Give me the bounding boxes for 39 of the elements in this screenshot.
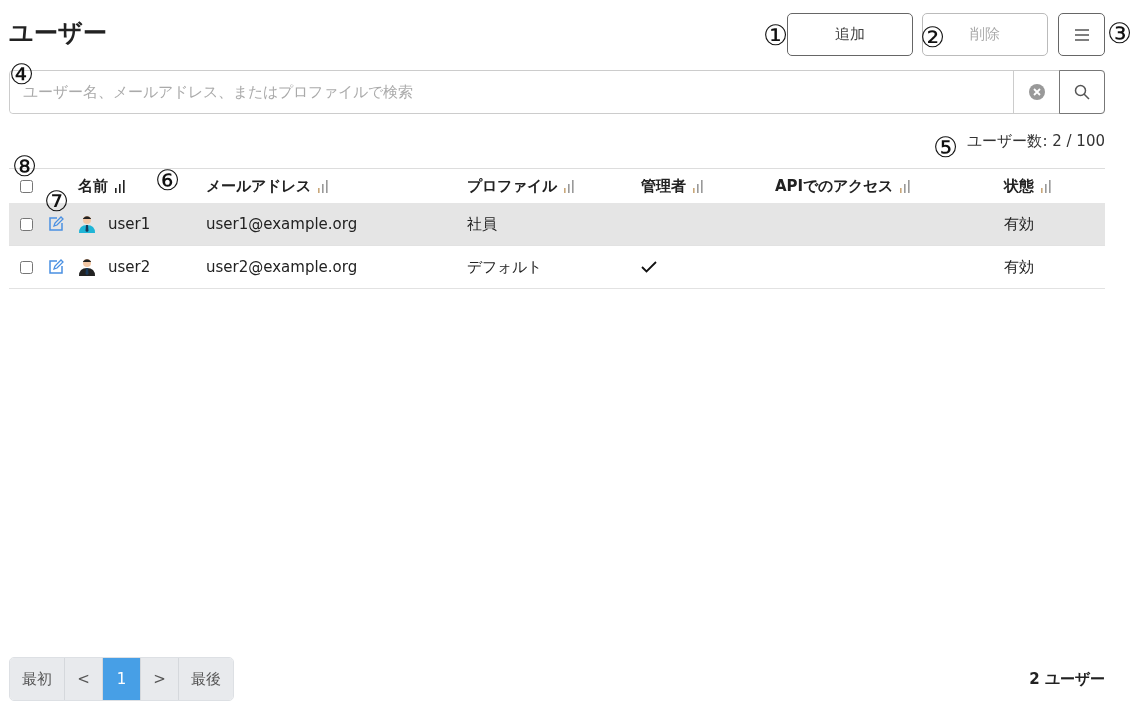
profile-cell: 社員	[467, 214, 497, 234]
status-cell: 有効	[1004, 214, 1034, 234]
page-button[interactable]: 最初	[10, 658, 65, 700]
column-header[interactable]: メールアドレス	[206, 176, 311, 196]
email-cell: user2@example.org	[206, 258, 358, 276]
edit-icon[interactable]	[48, 259, 64, 275]
status-cell: 有効	[1004, 257, 1034, 277]
email-cell: user1@example.org	[206, 215, 358, 233]
user-avatar-icon	[78, 258, 96, 276]
page-button[interactable]: 最後	[179, 658, 233, 700]
row-checkbox[interactable]	[20, 217, 33, 231]
page-button[interactable]: <	[65, 658, 103, 700]
column-header[interactable]: 名前	[78, 176, 108, 196]
callout-number: ③	[1107, 19, 1133, 49]
menu-icon	[1073, 27, 1090, 42]
callout-number: ②	[920, 23, 946, 53]
page-button[interactable]: >	[141, 658, 179, 700]
edit-icon[interactable]	[48, 216, 64, 232]
user-count: ユーザー数: 2 / 100	[967, 131, 1105, 151]
page-title: ユーザー	[9, 18, 107, 49]
select-all-checkbox[interactable]	[20, 179, 33, 193]
column-header[interactable]: 状態	[1004, 176, 1034, 196]
total-users: 2 ユーザー	[1029, 669, 1105, 689]
callout-number: ⑧	[12, 152, 38, 182]
column-header[interactable]: プロファイル	[467, 176, 557, 196]
user-avatar-icon	[78, 215, 96, 233]
table-row[interactable]: user2 user2@example.org デフォルト 有効	[9, 246, 1105, 289]
callout-number: ⑤	[933, 133, 959, 163]
column-header[interactable]: APIでのアクセス	[775, 176, 894, 196]
callout-number: ⑥	[155, 166, 181, 196]
callout-number: ①	[763, 21, 789, 51]
row-checkbox[interactable]	[20, 260, 33, 274]
menu-button[interactable]	[1058, 13, 1105, 56]
user-name: user1	[108, 215, 151, 233]
action-button[interactable]: 追加	[787, 13, 913, 56]
user-name: user2	[108, 258, 151, 276]
column-header[interactable]: 管理者	[641, 176, 686, 196]
sort-icon[interactable]	[114, 179, 126, 193]
profile-cell: デフォルト	[467, 257, 542, 277]
